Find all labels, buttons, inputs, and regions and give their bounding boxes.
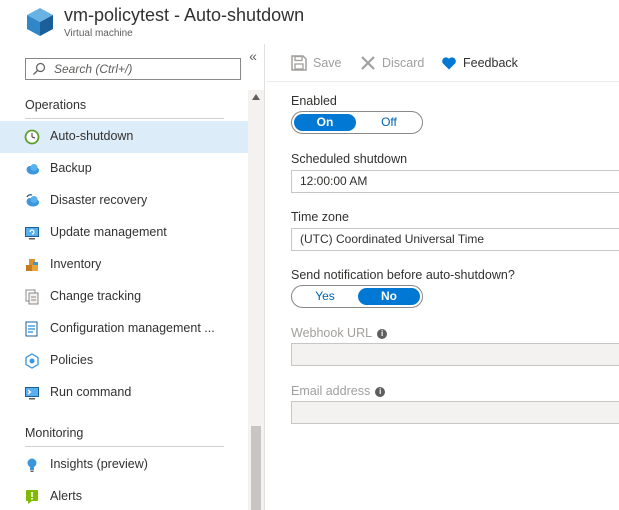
notification-no-option[interactable]: No [358,288,420,305]
sidebar-item-auto-shutdown[interactable]: Auto-shutdown [0,121,248,153]
sidebar-item-insights[interactable]: Insights (preview) [0,449,248,481]
alerts-icon [26,490,38,504]
email-address-input[interactable] [291,401,619,424]
close-icon [361,56,375,70]
sidebar-item-label: Auto-shutdown [50,129,134,143]
blade-header: vm-policytest - Auto-shutdown Virtual ma… [0,0,619,44]
section-title-monitoring: Monitoring [25,426,84,440]
sidebar-item-label: Insights (preview) [50,457,148,471]
menu-search-box[interactable] [25,58,241,80]
sidebar-item-backup[interactable]: Backup [0,153,248,185]
collapse-menu-button[interactable]: « [245,49,261,65]
info-icon[interactable]: i [375,386,386,397]
command-bar: Save Discard Feedback [266,44,619,82]
run-command-icon [25,387,39,400]
menu-scrollbar[interactable] [248,90,264,510]
notification-toggle[interactable]: Yes No [291,285,423,308]
sidebar-item-disaster-recovery[interactable]: Disaster recovery [0,185,248,217]
sidebar-item-label: Disaster recovery [50,193,148,207]
menu-list: Operations Auto-shutdown Backup Disaster… [0,90,248,510]
info-icon[interactable]: i [377,328,388,339]
sidebar-item-configuration-management[interactable]: Configuration management ... [0,313,248,345]
heart-icon [442,57,456,70]
webhook-url-label-text: Webhook URL [291,326,373,340]
email-address-label-text: Email address [291,384,371,398]
time-zone-dropdown[interactable]: (UTC) Coordinated Universal Time [291,228,619,251]
sidebar-item-change-tracking[interactable]: Change tracking [0,281,248,313]
enabled-off-option[interactable]: Off [358,114,420,131]
save-button[interactable]: Save [291,54,342,72]
scheduled-shutdown-input[interactable]: 12:00:00 AM [291,170,619,193]
discard-button[interactable]: Discard [360,54,424,72]
discard-label: Discard [382,56,425,70]
webhook-url-label: Webhook URL i [291,326,388,340]
auto-shutdown-content: Save Discard Feedback Enabled On Off Sch… [266,44,619,510]
sidebar-item-label: Run command [50,385,132,399]
change-tracking-icon [25,289,39,305]
save-icon [291,55,307,71]
resource-menu: « Operations Auto-shutdown Backup [0,44,265,510]
section-divider [25,118,224,119]
time-zone-label: Time zone [291,210,349,224]
search-icon [33,62,46,75]
sidebar-item-label: Alerts [50,489,82,503]
sidebar-item-update-management[interactable]: Update management [0,217,248,249]
section-title-operations: Operations [25,98,87,112]
section-divider [25,446,224,447]
search-input[interactable] [54,61,234,77]
notification-yes-option[interactable]: Yes [294,288,356,305]
enabled-toggle[interactable]: On Off [291,111,423,134]
email-address-label: Email address i [291,384,386,398]
sidebar-item-run-command[interactable]: Run command [0,377,248,409]
inventory-icon [26,259,38,271]
sidebar-item-label: Configuration management ... [50,321,215,335]
page-title: vm-policytest - Auto-shutdown [64,5,305,25]
feedback-label: Feedback [463,56,518,70]
webhook-url-input[interactable] [291,343,619,366]
enabled-on-option[interactable]: On [294,114,356,131]
scrollbar-thumb[interactable] [251,426,261,510]
update-management-icon [25,227,39,240]
insights-bulb-icon [27,458,37,472]
sidebar-item-label: Policies [50,353,94,367]
sidebar-item-label: Backup [50,161,92,175]
scroll-up-arrow-icon[interactable] [252,94,260,100]
policies-icon [25,353,39,369]
sidebar-item-label: Inventory [50,257,102,271]
configuration-management-icon [25,321,38,337]
disaster-recovery-icon [26,194,39,207]
backup-cloud-icon [26,164,39,175]
sidebar-item-label: Change tracking [50,289,142,303]
clock-icon [24,129,40,145]
save-label: Save [313,56,342,70]
sidebar-item-label: Update management [50,225,167,239]
sidebar-item-policies[interactable]: Policies [0,345,248,377]
enabled-label: Enabled [291,94,337,108]
virtual-machine-icon [27,8,53,36]
sidebar-item-alerts[interactable]: Alerts [0,481,248,510]
notification-label: Send notification before auto-shutdown? [291,268,515,282]
feedback-button[interactable]: Feedback [441,54,518,72]
page-subtitle: Virtual machine [64,28,133,39]
scheduled-shutdown-label: Scheduled shutdown [291,152,408,166]
sidebar-item-inventory[interactable]: Inventory [0,249,248,281]
